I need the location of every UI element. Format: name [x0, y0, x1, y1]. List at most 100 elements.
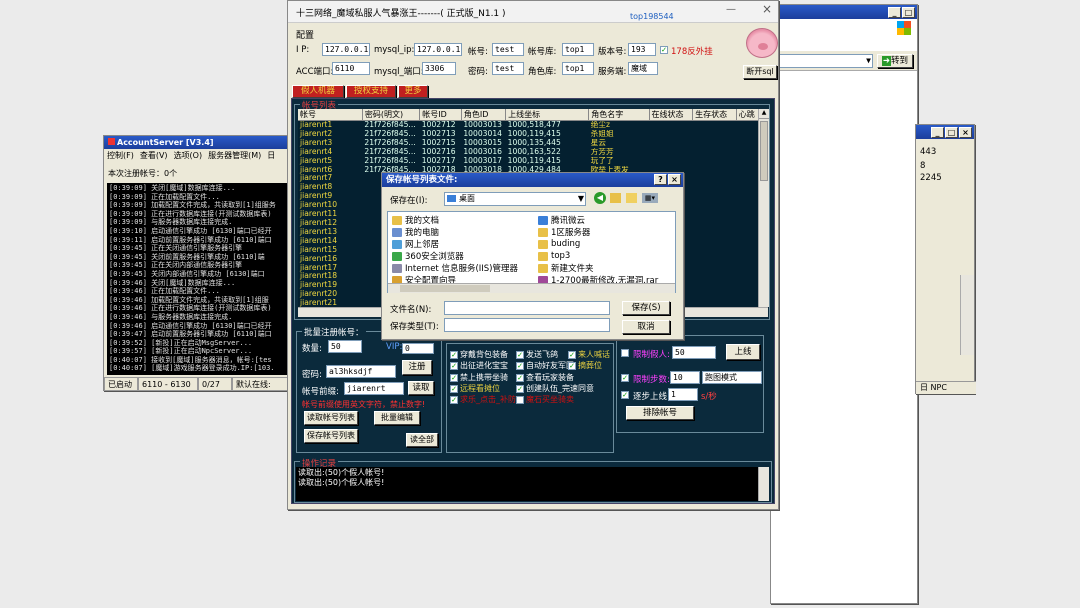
disconnect-sql-button[interactable]: 断开sql	[743, 65, 777, 79]
generated-password-field[interactable]: al3hksdjf	[326, 365, 396, 378]
column-header[interactable]: 在线状态	[649, 109, 694, 121]
table-row[interactable]: jiarenrt1 21f726f845... 1002712 10003013 100…	[298, 121, 758, 130]
file-list-item[interactable]: 1区服务器	[538, 226, 676, 238]
menu-view[interactable]: 查看(V)	[140, 149, 168, 162]
minimize-button[interactable]: —	[726, 4, 736, 15]
column-header[interactable]: 帐号ID	[419, 109, 462, 121]
table-row[interactable]: jiarenrt4 21f726f845... 1002716 10003016 100…	[298, 148, 758, 157]
option-checkbox-row[interactable]: ✓ 穿戴背包装备	[450, 349, 508, 360]
password-field[interactable]: test	[492, 62, 524, 75]
checkbox[interactable]: ✓	[450, 384, 458, 393]
filetype-select[interactable]	[444, 318, 610, 332]
online-button[interactable]: 上线	[726, 344, 760, 360]
chevron-down-icon[interactable]: ▼	[578, 193, 584, 205]
role-db-field[interactable]: top1	[562, 62, 594, 75]
gradual-online-stepper[interactable]: 1	[668, 388, 698, 401]
cancel-button[interactable]: 取消	[622, 320, 670, 334]
close-button[interactable]: ×	[959, 127, 972, 138]
column-header[interactable]: 角色ID	[461, 109, 507, 121]
checkbox[interactable]: ✓	[568, 361, 576, 370]
mysql-ip-field[interactable]: 127.0.0.1	[414, 43, 462, 56]
table-row[interactable]: jiarenrt5 21f726f845... 1002717 10003017 100…	[298, 157, 758, 166]
minimize-button[interactable]: _	[931, 127, 944, 138]
file-list-hscroll[interactable]	[388, 283, 675, 293]
scroll-thumb[interactable]	[400, 285, 490, 292]
version-field[interactable]: 193	[628, 43, 656, 56]
back-icon[interactable]: ◀	[594, 192, 606, 204]
register-button[interactable]: 注册	[402, 360, 432, 375]
checkbox[interactable]: ✓	[450, 373, 458, 382]
column-header[interactable]: 生存状态	[692, 109, 737, 121]
filename-input[interactable]	[444, 301, 610, 315]
limit-steps-checkbox[interactable]: ✓	[621, 374, 629, 382]
close-button[interactable]: ×	[762, 2, 772, 16]
table-row[interactable]: jiarenrt3 21f726f845... 1002715 10003015 100…	[298, 139, 758, 148]
kick-accounts-button[interactable]: 排除帐号	[626, 406, 694, 420]
table-row[interactable]: jiarenrt2 21f726f845... 1002713 10003014 100…	[298, 130, 758, 139]
option-checkbox-row[interactable]: ✓ 摘葬位	[568, 360, 602, 371]
column-header[interactable]: 上线坐标	[505, 109, 590, 121]
read-account-list-button[interactable]: 读取帐号列表	[304, 411, 358, 425]
checkbox[interactable]: ✓	[516, 361, 524, 370]
menu-options[interactable]: 选项(O)	[174, 149, 203, 162]
menu-control[interactable]: 控制(F)	[107, 149, 134, 162]
option-checkbox-row[interactable]: 魔石买坐骑卖	[516, 394, 574, 405]
limit-fake-checkbox[interactable]	[621, 349, 629, 357]
tab-license-support[interactable]: 授权支持	[346, 85, 396, 98]
maximize-button[interactable]: □	[945, 127, 958, 138]
file-list-item[interactable]: buding	[538, 238, 676, 250]
option-checkbox-row[interactable]: ✓ 出征进化宝宝	[450, 360, 508, 371]
close-button[interactable]: ×	[668, 174, 681, 185]
tab-more[interactable]: 更多	[398, 85, 428, 98]
tab-fake-players[interactable]: 假人机器	[292, 85, 344, 98]
checkbox[interactable]	[516, 395, 524, 404]
column-header[interactable]: 心跳	[736, 109, 758, 121]
read-all-button[interactable]: 读全部	[406, 433, 438, 447]
checkbox[interactable]: ✓	[516, 384, 524, 393]
minimize-button[interactable]: _	[888, 7, 901, 18]
menu-day[interactable]: 日	[267, 149, 275, 162]
limit-fake-stepper[interactable]: 50	[672, 346, 716, 359]
account-field[interactable]: test	[492, 43, 524, 56]
batch-edit-button[interactable]: 批量编辑	[374, 411, 420, 425]
new-folder-icon[interactable]	[626, 193, 637, 203]
option-checkbox-row[interactable]: ✓ 创建队伍_完速同意	[516, 383, 594, 394]
file-list-item[interactable]: 我的电脑	[392, 226, 542, 238]
checkbox[interactable]: ✓	[450, 350, 458, 359]
quantity-stepper[interactable]: 50	[328, 340, 362, 353]
mode-select[interactable]: 跑图模式	[702, 371, 762, 384]
save-button[interactable]: 保存(S)	[622, 301, 670, 315]
file-list-item[interactable]: 腾讯微云	[538, 214, 676, 226]
operation-log-scrollbar[interactable]	[758, 467, 769, 501]
save-in-select[interactable]: 桌面 ▼	[444, 192, 586, 206]
option-checkbox-row[interactable]: ✓ 来人喊话	[568, 349, 610, 360]
ip-field[interactable]: 127.0.0.1	[322, 43, 370, 56]
chevron-down-icon[interactable]: ▼	[866, 55, 871, 66]
file-list-item[interactable]: 我的文档	[392, 214, 542, 226]
option-checkbox-row[interactable]: ✓ 远程看摊位	[450, 383, 500, 394]
checkbox[interactable]: ✓	[568, 350, 576, 359]
checkbox[interactable]: ✓	[450, 395, 458, 404]
checkbox[interactable]: ✓	[516, 350, 524, 359]
address-input[interactable]: ▼	[775, 54, 873, 68]
maximize-button[interactable]: □	[902, 7, 915, 18]
server-field[interactable]: 魔域	[628, 62, 658, 75]
file-list-item[interactable]: top3	[538, 250, 676, 262]
stats-scrollbar[interactable]	[960, 275, 974, 355]
go-button[interactable]: ➜转到	[877, 54, 913, 68]
option-checkbox-row[interactable]: ✓ 禁上携带坐骑	[450, 372, 508, 383]
account-table-vscroll[interactable]: ▲	[758, 109, 769, 307]
column-header[interactable]: 帐号	[298, 109, 363, 121]
anti-cheat-checkbox[interactable]: ✓	[660, 46, 668, 54]
file-list-item[interactable]: 新建文件夹	[538, 262, 676, 274]
save-account-list-button[interactable]: 保存帐号列表	[304, 429, 358, 443]
help-button[interactable]: ?	[654, 174, 667, 185]
vip-select[interactable]: 0	[402, 343, 434, 354]
scroll-thumb[interactable]	[760, 121, 768, 181]
account-db-field[interactable]: top1	[562, 43, 594, 56]
column-header[interactable]: 角色名字	[588, 109, 650, 121]
read-button[interactable]: 读取	[408, 381, 434, 395]
option-checkbox-row[interactable]: ✓ 自动好友军团	[516, 360, 574, 371]
menu-server-manage[interactable]: 服务器管理(M)	[208, 149, 261, 162]
file-list-item[interactable]: Internet 信息服务(IIS)管理器	[392, 262, 542, 274]
